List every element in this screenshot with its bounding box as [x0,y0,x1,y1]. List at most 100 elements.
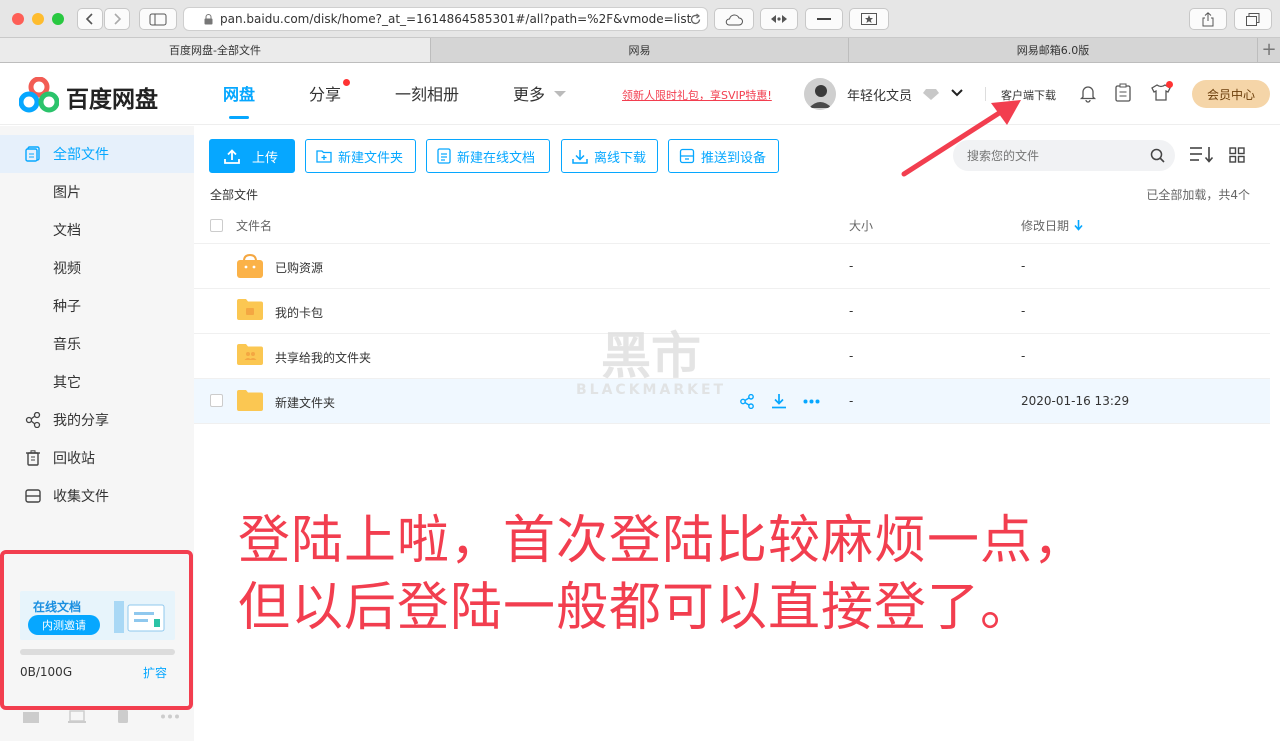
new-folder-button[interactable]: 新建文件夹 [305,139,416,173]
push-to-device-label: 推送到设备 [701,150,767,166]
bell-icon[interactable] [1079,84,1097,103]
table-row[interactable]: 已购资源 - - [194,244,1270,289]
search-box[interactable] [953,140,1175,171]
expand-storage-link[interactable]: 扩容 [143,664,167,681]
file-date: - [1021,349,1026,363]
upload-label: 上传 [252,150,279,166]
sidebar-icon [149,13,167,25]
baidu-pan-logo-icon[interactable] [19,77,59,113]
sidebar-item-all-files[interactable]: 全部文件 [0,135,194,173]
table-row[interactable]: 共享给我的文件夹 - - [194,334,1270,379]
storage-usage: 0B/100G [20,665,73,679]
phone-client-icon[interactable] [117,709,129,723]
avatar[interactable] [804,78,836,110]
sidebar-item-other[interactable]: 其它 [0,363,194,401]
push-to-device-button[interactable]: 推送到设备 [668,139,779,173]
column-header-date[interactable]: 修改日期 [1021,217,1069,234]
tabs-overview-button[interactable] [1234,8,1272,30]
more-dots-icon[interactable] [160,714,180,719]
url-text: pan.baidu.com/disk/home?_at_=16148645853… [220,12,692,26]
file-name[interactable]: 新建文件夹 [275,394,335,411]
tab-netease-mail[interactable]: 网易邮箱6.0版 [849,38,1258,62]
new-tab-button[interactable]: + [1258,40,1280,60]
sidebar-item-images[interactable]: 图片 [0,173,194,211]
sidebar-item-videos[interactable]: 视频 [0,249,194,287]
sidebar-item-music[interactable]: 音乐 [0,325,194,363]
more-dots-icon[interactable] [803,399,820,404]
load-status: 已全部加载，共4个 [1146,188,1250,202]
promo-title: 在线文档 [33,600,82,614]
grid-view-icon[interactable] [1229,147,1245,163]
file-name[interactable]: 共享给我的文件夹 [275,349,371,366]
collect-icon [25,489,41,503]
sidebar-item-recycle-bin[interactable]: 回收站 [0,439,194,477]
clipboard-icon[interactable] [1115,83,1131,102]
share-page-button[interactable] [1189,8,1227,30]
mac-client-icon[interactable] [68,709,86,723]
nav-more[interactable]: 更多 [513,81,545,105]
sidebar-item-my-shares[interactable]: 我的分享 [0,401,194,439]
folder-add-icon [316,150,332,163]
folder-icon [237,390,263,411]
tab-baidu-pan[interactable]: 百度网盘-全部文件 [0,38,431,62]
zoom-window-button[interactable] [52,13,64,25]
icloud-button[interactable] [714,8,754,30]
forward-button[interactable] [104,8,130,30]
windows-client-icon[interactable] [22,709,40,723]
card-folder-icon [237,299,263,320]
address-bar[interactable]: pan.baidu.com/disk/home?_at_=16148645853… [183,7,708,31]
minus-button[interactable] [805,8,843,30]
sort-down-arrow-icon[interactable] [1074,220,1083,231]
sidebar-item-label: 种子 [53,299,81,315]
sidebar-item-label: 回收站 [53,451,95,467]
back-button[interactable] [77,8,103,30]
reload-icon[interactable] [689,13,702,26]
file-date: - [1021,304,1026,318]
nav-share[interactable]: 分享 [309,81,341,105]
lock-icon [204,14,213,25]
close-window-button[interactable] [12,13,24,25]
share-icon[interactable] [740,394,754,409]
sidebar-toggle-button[interactable] [139,8,177,30]
promo-badge: 内测邀请 [28,615,100,635]
minimize-window-button[interactable] [32,13,44,25]
promo-link[interactable]: 领新人限时礼包，享SVIP特惠! [622,87,772,103]
sidebar-item-documents[interactable]: 文档 [0,211,194,249]
offline-download-button[interactable]: 离线下载 [561,139,658,173]
storage-progress-bar [20,649,175,655]
search-icon[interactable] [1150,148,1165,163]
table-row[interactable]: 新建文件夹 - 2020-01-16 13:29 [194,379,1270,424]
minus-icon [817,18,831,20]
sidebar-item-label: 其它 [53,375,81,391]
table-row[interactable]: 我的卡包 - - [194,289,1270,334]
row-checkbox[interactable] [210,394,223,407]
column-header-size[interactable]: 大小 [849,217,873,234]
upload-button[interactable]: 上传 [209,139,295,173]
file-name[interactable]: 我的卡包 [275,304,323,321]
new-folder-label: 新建文件夹 [338,150,404,166]
bookmark-button[interactable] [849,8,889,30]
search-input[interactable] [967,146,1137,165]
annotation-text-line-2: 但以后登陆一般都可以直接登了。 [238,578,1034,638]
select-all-checkbox[interactable] [210,219,223,232]
breadcrumb[interactable]: 全部文件 [210,186,258,203]
file-name[interactable]: 已购资源 [275,259,323,276]
download-icon[interactable] [771,393,787,409]
sidebar: 全部文件 图片 文档 视频 种子 音乐 其它 我的分享 回收站 收集文件 在线文… [0,126,194,741]
sidebar-item-label: 音乐 [53,337,81,353]
sort-icon[interactable] [1189,146,1215,164]
tabs-icon [1246,12,1260,26]
sidebar-item-torrents[interactable]: 种子 [0,287,194,325]
file-size: - [849,394,854,408]
new-online-doc-button[interactable]: 新建在线文档 [426,139,550,173]
vip-center-button[interactable]: 会员中心 [1192,80,1270,108]
extension-button[interactable] [760,8,798,30]
tab-netease[interactable]: 网易 [431,38,849,62]
column-header-name[interactable]: 文件名 [236,217,272,234]
sidebar-item-collect-files[interactable]: 收集文件 [0,477,194,515]
nav-moment-album[interactable]: 一刻相册 [395,81,459,105]
chevron-right-icon [114,13,122,25]
share-icon [1202,11,1214,26]
online-doc-promo-banner[interactable]: 在线文档 内测邀请 [20,591,175,640]
nav-pan[interactable]: 网盘 [223,81,255,119]
